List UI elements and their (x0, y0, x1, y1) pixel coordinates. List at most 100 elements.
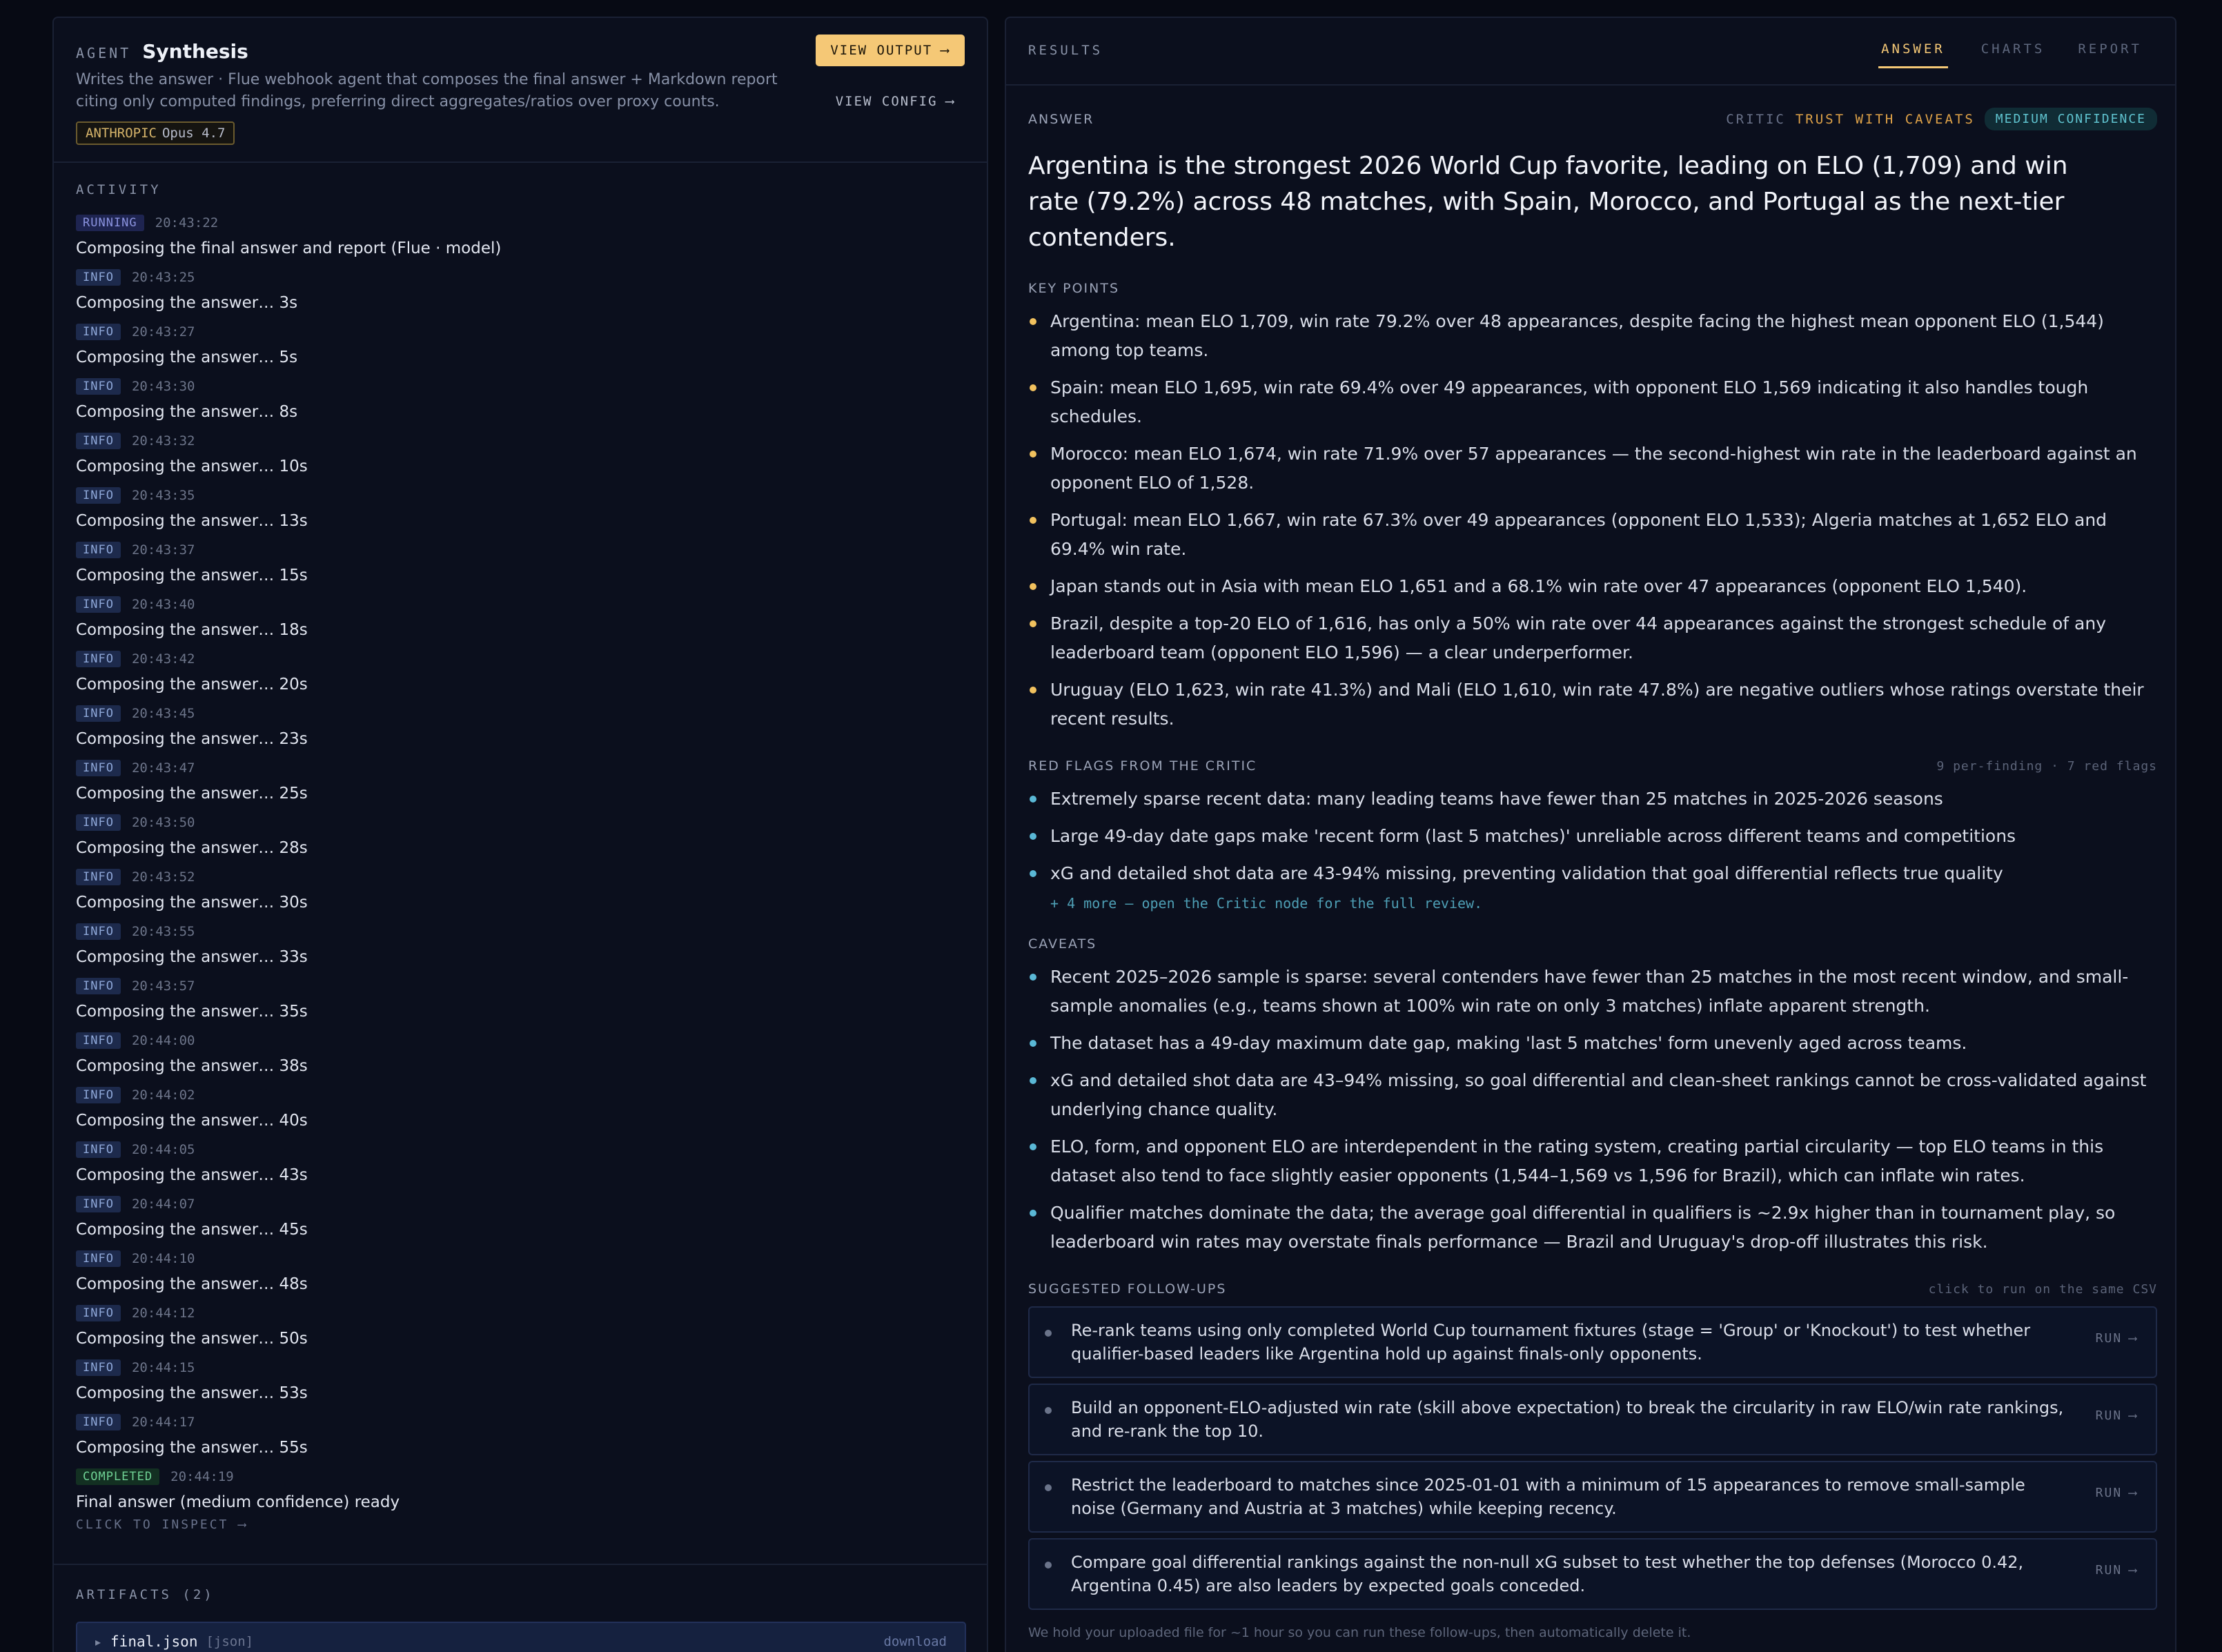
view-output-button[interactable]: VIEW OUTPUT ⟶ (816, 35, 965, 66)
key-point-item: Morocco: mean ELO 1,674, win rate 71.9% … (1028, 440, 2157, 498)
activity-entry: INFO 20:44:00 Composing the answer… 38s (76, 1029, 966, 1083)
agent-label: AGENT (76, 45, 132, 61)
status-badge: INFO (76, 814, 121, 831)
followups-list: Re-rank teams using only completed World… (1028, 1306, 2157, 1610)
activity-entry: INFO 20:43:40 Composing the answer… 18s (76, 593, 966, 647)
tab-report[interactable]: REPORT (2078, 39, 2142, 68)
activity-message: Composing the answer… 55s (76, 1439, 308, 1457)
agent-title: AGENT Synthesis (76, 40, 248, 63)
status-badge: INFO (76, 1305, 121, 1321)
activity-message: Composing the answer… 50s (76, 1330, 308, 1348)
run-label: RUN (2095, 1486, 2123, 1500)
status-badge: INFO (76, 760, 121, 776)
activity-message: Composing the answer… 25s (76, 785, 308, 803)
activity-timestamp: 20:44:15 (131, 1360, 195, 1375)
bullet-text: Portugal: mean ELO 1,667, win rate 67.3%… (1050, 510, 2107, 559)
download-link[interactable]: download (883, 1634, 947, 1649)
key-point-item: Uruguay (ELO 1,623, win rate 41.3%) and … (1028, 676, 2157, 734)
red-flags-more-link[interactable]: + 4 more — open the Critic node for the … (1028, 895, 2157, 912)
activity-timestamp: 20:43:45 (131, 706, 195, 721)
agent-panel: AGENT Synthesis Writes the answer · Flue… (52, 17, 988, 1652)
bullet-text: The dataset has a 49-day maximum date ga… (1050, 1033, 1967, 1053)
status-badge: INFO (76, 1032, 121, 1049)
results-title: RESULTS (1028, 43, 1103, 58)
status-badge: INFO (76, 324, 121, 340)
activity-title: ACTIVITY (76, 182, 161, 197)
activity-entry: INFO 20:44:15 Composing the answer… 53s (76, 1356, 966, 1410)
followups-note: click to run on the same CSV (1928, 1281, 2157, 1297)
activity-timestamp: 20:43:30 (131, 379, 195, 394)
bullet-text: Japan stands out in Asia with mean ELO 1… (1050, 576, 2027, 596)
run-button[interactable]: RUN ⟶ (2096, 1486, 2138, 1500)
bullet-dot-icon (1030, 870, 1036, 877)
activity-meta: INFO 20:44:05 (76, 1138, 966, 1161)
status-badge: INFO (76, 1359, 121, 1376)
activity-meta: INFO 20:43:45 (76, 702, 966, 725)
activity-message: Composing the answer… 3s (76, 294, 298, 312)
confidence-badge: MEDIUM CONFIDENCE (1984, 108, 2157, 130)
bullet-text: Large 49-day date gaps make 'recent form… (1050, 826, 2016, 846)
status-badge: INFO (76, 487, 121, 504)
model-badge: ANTHROPIC Opus 4.7 (76, 121, 235, 145)
followup-item[interactable]: Compare goal differential rankings again… (1028, 1538, 2157, 1610)
tab-answer[interactable]: ANSWER (1878, 39, 1948, 68)
model-version: Opus 4.7 (161, 126, 226, 141)
run-button[interactable]: RUN ⟶ (2096, 1563, 2138, 1577)
run-label: RUN (2095, 1331, 2123, 1346)
artifact-row[interactable]: ▸ final.json [json] download (76, 1622, 966, 1652)
caveats-header: CAVEATS (1028, 936, 2157, 952)
view-config-label: VIEW CONFIG (835, 94, 938, 109)
bullet-text: Morocco: mean ELO 1,674, win rate 71.9% … (1050, 444, 2137, 493)
activity-message: Composing the answer… 40s (76, 1112, 308, 1130)
activity-message: Composing the answer… 45s (76, 1221, 308, 1239)
results-header: RESULTS ANSWER CHARTS REPORT (1006, 18, 2175, 86)
status-badge: INFO (76, 1196, 121, 1212)
activity-message: Composing the answer… 48s (76, 1275, 308, 1293)
key-points-label: KEY POINTS (1028, 281, 1120, 296)
click-to-inspect-link[interactable]: CLICK TO INSPECT ⟶ (76, 1517, 966, 1532)
agent-header: AGENT Synthesis Writes the answer · Flue… (54, 18, 987, 163)
caret-right-icon: ▸ (95, 1635, 101, 1649)
bullet-text: Recent 2025–2026 sample is sparse: sever… (1050, 967, 2129, 1016)
view-config-button[interactable]: VIEW CONFIG ⟶ (836, 94, 955, 109)
artifact-type: [json] (206, 1634, 254, 1649)
bullet-text: Extremely sparse recent data: many leadi… (1050, 789, 1943, 809)
status-badge: INFO (76, 542, 121, 558)
activity-message: Final answer (medium confidence) ready (76, 1493, 400, 1511)
arrow-right-icon: ⟶ (238, 1517, 248, 1532)
activity-entry: INFO 20:43:50 Composing the answer… 28s (76, 811, 966, 865)
results-panel: RESULTS ANSWER CHARTS REPORT ANSWER CRIT… (1005, 17, 2176, 1652)
status-badge: INFO (76, 705, 121, 722)
run-button[interactable]: RUN ⟶ (2096, 1408, 2138, 1423)
bullet-dot-icon (1030, 1040, 1036, 1047)
view-output-label: VIEW OUTPUT (830, 43, 933, 58)
key-point-item: Argentina: mean ELO 1,709, win rate 79.2… (1028, 307, 2157, 365)
activity-meta: INFO 20:44:15 (76, 1356, 966, 1379)
activity-timestamp: 20:43:35 (131, 488, 195, 503)
status-badge: RUNNING (76, 215, 144, 231)
followup-item[interactable]: Re-rank teams using only completed World… (1028, 1306, 2157, 1378)
activity-message: Composing the answer… 53s (76, 1384, 308, 1402)
activity-entry: INFO 20:43:30 Composing the answer… 8s (76, 375, 966, 429)
activity-entry: INFO 20:43:45 Composing the answer… 23s (76, 702, 966, 756)
arrow-right-icon: ⟶ (2129, 1563, 2138, 1577)
activity-entry[interactable]: COMPLETED 20:44:19 Final answer (medium co… (76, 1465, 966, 1532)
activity-timestamp: 20:43:32 (131, 433, 195, 449)
critic-verdict-text: TRUST WITH CAVEATS (1795, 111, 1975, 127)
run-button[interactable]: RUN ⟶ (2096, 1331, 2138, 1346)
followup-item[interactable]: Build an opponent-ELO-adjusted win rate … (1028, 1384, 2157, 1455)
answer-label: ANSWER (1028, 111, 1094, 127)
caveat-item: Recent 2025–2026 sample is sparse: sever… (1028, 963, 2157, 1021)
activity-meta: RUNNING 20:43:22 (76, 211, 966, 235)
followup-item[interactable]: Restrict the leaderboard to matches sinc… (1028, 1461, 2157, 1533)
activity-message: Composing the answer… 43s (76, 1166, 308, 1184)
key-points-list: Argentina: mean ELO 1,709, win rate 79.2… (1028, 307, 2157, 734)
status-badge: INFO (76, 923, 121, 940)
activity-meta: INFO 20:43:47 (76, 756, 966, 780)
caveat-item: Qualifier matches dominate the data; the… (1028, 1199, 2157, 1257)
tab-charts[interactable]: CHARTS (1981, 39, 2045, 68)
bullet-dot-icon (1030, 620, 1036, 627)
activity-message: Composing the answer… 28s (76, 839, 308, 857)
status-badge: INFO (76, 978, 121, 994)
bullet-dot-icon (1030, 1210, 1036, 1217)
